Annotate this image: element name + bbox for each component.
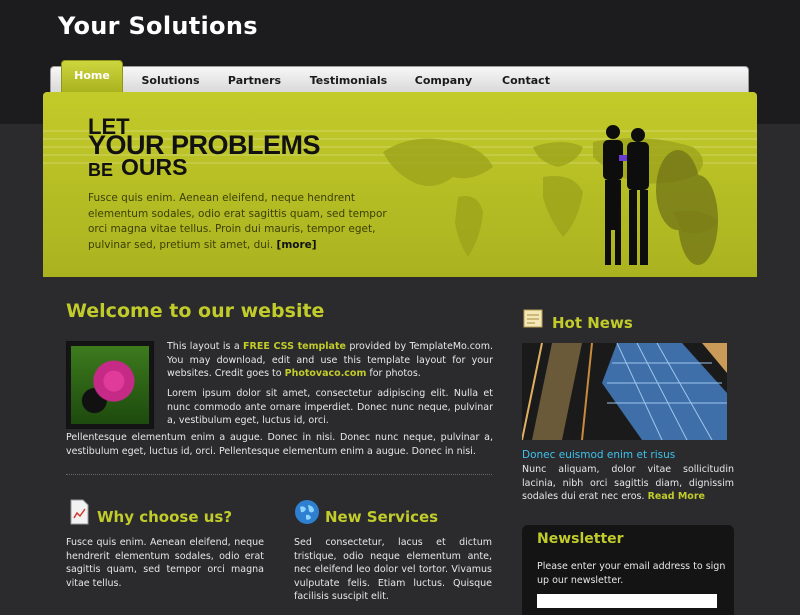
welcome-title: Welcome to our website: [66, 300, 325, 322]
welcome-paragraph-2: Lorem ipsum dolor sit amet, consectetur …: [167, 388, 493, 426]
read-more-link[interactable]: Read More: [648, 491, 705, 502]
flower-image: [71, 346, 149, 424]
hero-heading-line3b: OURS: [121, 154, 188, 180]
welcome-p1-a: This layout is a: [167, 341, 244, 352]
newsletter-title: Newsletter: [537, 531, 624, 547]
hero-description: Fusce quis enim. Aenean eleifend, neque …: [88, 191, 398, 253]
nav-testimonials[interactable]: Testimonials: [301, 67, 396, 94]
newsletter-text: Please enter your email address to sign …: [537, 561, 726, 586]
new-services-text: Sed consectetur, lacus et dictum tristiq…: [294, 537, 492, 602]
main-navigation: Home Solutions Partners Testimonials Com…: [50, 60, 749, 94]
welcome-paragraph-3: Pellentesque elementum enim a augue. Don…: [66, 432, 493, 457]
news-headline-link[interactable]: Donec euismod enim et risus: [522, 449, 675, 461]
nav-partners[interactable]: Partners: [218, 67, 291, 94]
news-building-photo: [522, 343, 727, 440]
welcome-paragraph-1: This layout is a FREE CSS template provi…: [167, 340, 493, 381]
free-css-template-link[interactable]: FREE CSS template: [243, 341, 346, 352]
why-choose-us-text: Fusce quis enim. Aenean eleifend, neque …: [66, 537, 264, 589]
nav-contact[interactable]: Contact: [491, 67, 561, 94]
nav-home[interactable]: Home: [61, 60, 123, 94]
news-building-image: [522, 343, 727, 440]
hero-text: Fusce quis enim. Aenean eleifend, neque …: [88, 192, 387, 251]
nav-company[interactable]: Company: [406, 67, 481, 94]
why-choose-us-title: Why choose us?: [97, 508, 233, 526]
news-text: Nunc aliquam, dolor vitae sollicitudin l…: [522, 463, 734, 504]
hero-banner: LET YOUR PROBLEMS BE OURS Fusce quis eni…: [43, 92, 757, 277]
photovaco-link[interactable]: Photovaco.com: [285, 368, 367, 379]
document-icon: [70, 499, 89, 525]
new-services-title: New Services: [325, 508, 439, 526]
newsletter-email-input[interactable]: [537, 594, 717, 608]
globe-icon: [295, 500, 319, 524]
business-people-illustration: [603, 125, 718, 265]
hero-heading-line3a: BE: [88, 160, 114, 180]
hero-more-link[interactable]: [more]: [277, 239, 317, 251]
flower-photo: [66, 341, 154, 429]
section-divider: [66, 474, 492, 475]
note-icon: [523, 309, 543, 328]
site-title[interactable]: Your Solutions: [58, 12, 258, 40]
hot-news-title: Hot News: [552, 314, 633, 332]
welcome-p1-c: for photos.: [366, 368, 421, 379]
nav-solutions[interactable]: Solutions: [133, 67, 208, 94]
